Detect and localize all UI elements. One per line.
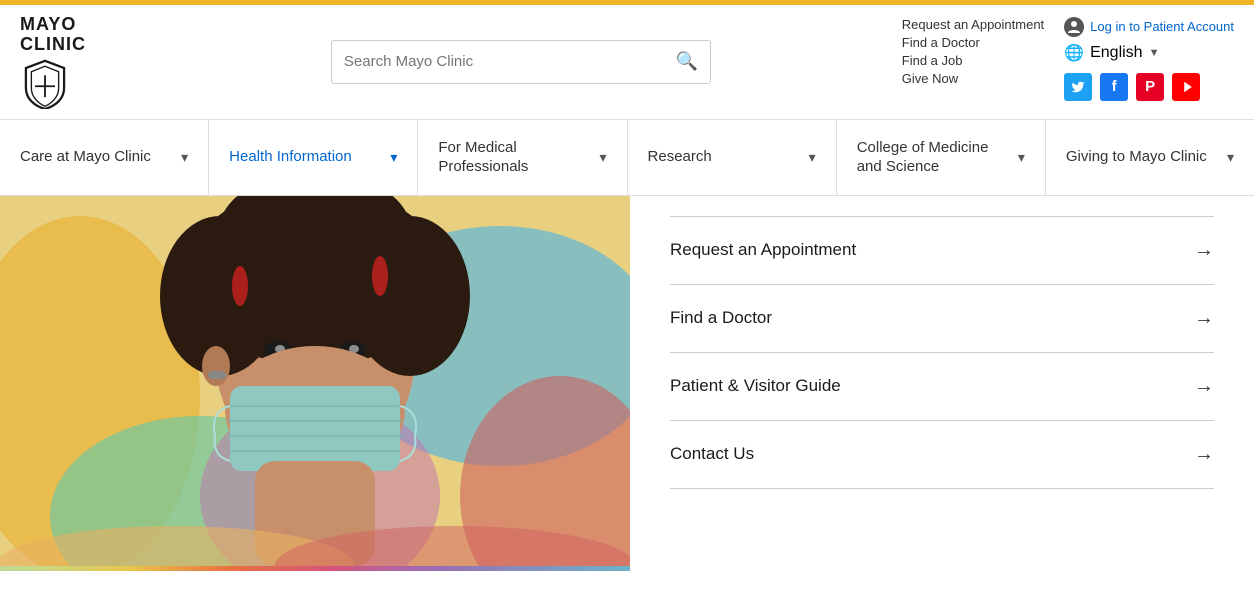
top-links-row: Request an Appointment Find a Doctor Fin… [902,17,1234,101]
find-doctor-link[interactable]: Find a Doctor [902,35,1044,50]
main-content: Request an Appointment → Find a Doctor →… [0,196,1254,571]
social-row: f P [1064,73,1234,101]
nav-label-professionals: For Medical Professionals [438,138,591,177]
nav-chevron-college-icon: ▾ [1018,149,1025,166]
facebook-icon[interactable]: f [1100,73,1128,101]
youtube-icon[interactable] [1172,73,1200,101]
nav-item-research[interactable]: Research ▾ [628,120,837,195]
nav-label-health: Health Information [229,147,382,167]
search-input[interactable] [344,53,676,70]
nav-item-giving[interactable]: Giving to Mayo Clinic ▾ [1046,120,1254,195]
language-row: 🌐 English ▼ [1064,43,1234,63]
twitter-icon[interactable] [1064,73,1092,101]
nav-chevron-giving-icon: ▾ [1227,149,1234,166]
pinterest-icon[interactable]: P [1136,73,1164,101]
nav-item-care[interactable]: Care at Mayo Clinic ▾ [0,120,209,195]
nav-item-professionals[interactable]: For Medical Professionals ▾ [418,120,627,195]
action-contact-label: Contact Us [670,444,754,464]
hero-illustration [0,196,630,566]
mayo-clinic-shield-icon [20,59,70,109]
top-links-right: Log in to Patient Account 🌐 English ▼ f … [1064,17,1234,101]
nav-chevron-professionals-icon: ▾ [599,149,606,166]
logo-text: MAYO CLINIC [20,15,86,55]
nav-item-college[interactable]: College of Medicine and Science ▾ [837,120,1046,195]
action-request-label: Request an Appointment [670,240,856,260]
search-area: 🔍 [140,40,902,84]
action-panel: Request an Appointment → Find a Doctor →… [630,196,1254,571]
nav-label-research: Research [648,147,801,167]
find-job-link[interactable]: Find a Job [902,53,1044,68]
action-visitor-guide[interactable]: Patient & Visitor Guide → [670,353,1214,421]
main-nav: Care at Mayo Clinic ▾ Health Information… [0,120,1254,196]
search-icon[interactable]: 🔍 [675,51,697,72]
nav-label-care: Care at Mayo Clinic [20,147,173,167]
action-visitor-guide-label: Patient & Visitor Guide [670,376,841,396]
give-now-link[interactable]: Give Now [902,71,1044,86]
search-box[interactable]: 🔍 [331,40,711,84]
action-request-arrow-icon: → [1194,239,1214,262]
nav-item-health[interactable]: Health Information ▾ [209,120,418,195]
action-contact-arrow-icon: → [1194,443,1214,466]
nav-label-giving: Giving to Mayo Clinic [1066,147,1219,167]
top-links-left: Request an Appointment Find a Doctor Fin… [902,17,1044,101]
language-label: English [1090,44,1142,62]
action-request-appointment[interactable]: Request an Appointment → [670,216,1214,285]
nav-chevron-health-icon: ▾ [390,149,397,166]
logo-area[interactable]: MAYO CLINIC [20,15,140,109]
request-appointment-link[interactable]: Request an Appointment [902,17,1044,32]
header-right: Request an Appointment Find a Doctor Fin… [902,17,1234,107]
action-visitor-guide-arrow-icon: → [1194,375,1214,398]
account-icon [1064,17,1084,37]
nav-chevron-care-icon: ▾ [181,149,188,166]
nav-chevron-research-icon: ▾ [809,149,816,166]
login-row: Log in to Patient Account [1064,17,1234,37]
action-find-doctor-label: Find a Doctor [670,308,772,328]
nav-label-college: College of Medicine and Science [857,138,1010,177]
action-find-doctor-arrow-icon: → [1194,307,1214,330]
language-chevron-icon: ▼ [1149,47,1160,59]
globe-icon: 🌐 [1064,43,1084,63]
action-find-doctor[interactable]: Find a Doctor → [670,285,1214,353]
action-contact-us[interactable]: Contact Us → [670,421,1214,489]
hero-image [0,196,630,571]
site-header: MAYO CLINIC 🔍 Request an Appointment Fin… [0,5,1254,120]
login-link[interactable]: Log in to Patient Account [1090,19,1234,34]
